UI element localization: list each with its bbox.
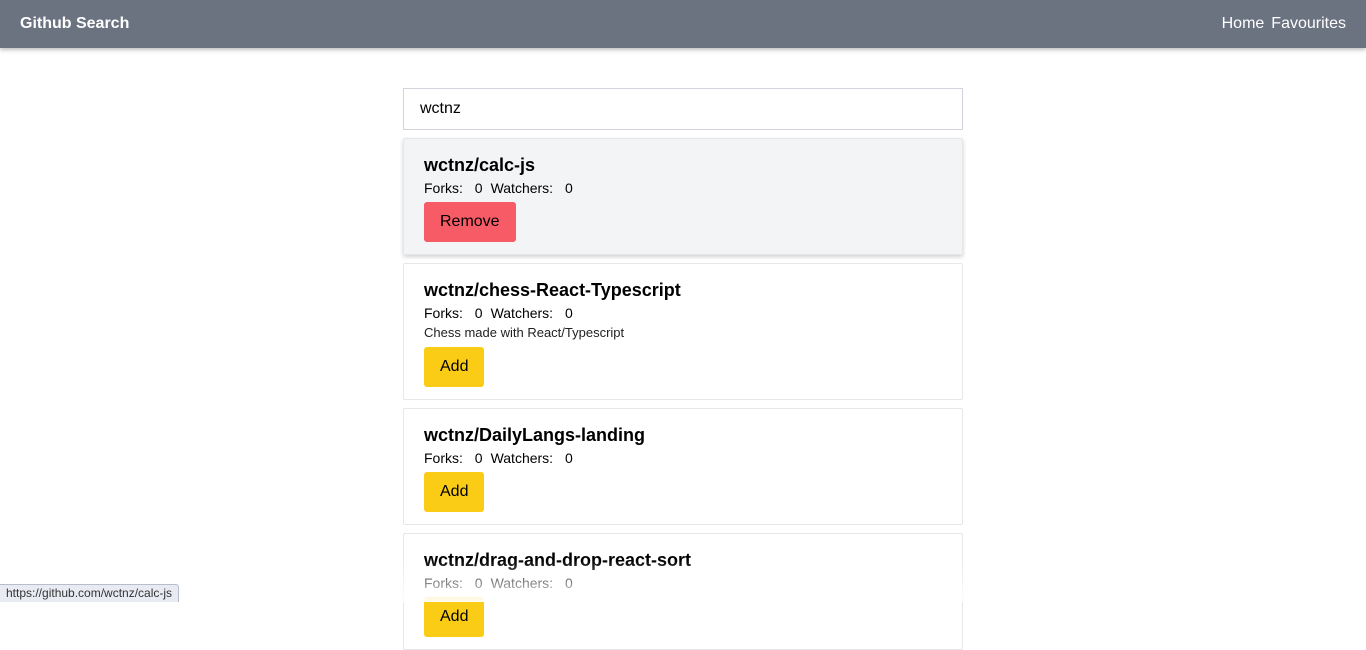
repo-card[interactable]: wctnz/DailyLangs-landing Forks: 0 Watcher… — [403, 408, 963, 525]
link-status-bar: https://github.com/wctnz/calc-js — [0, 584, 180, 602]
watchers-count: 0 — [564, 180, 573, 196]
forks-stat: Forks: 0 — [424, 305, 483, 321]
forks-label: Forks: — [424, 305, 463, 321]
watchers-stat: Watchers: 0 — [491, 450, 573, 466]
forks-count: 0 — [474, 305, 483, 321]
watchers-count: 0 — [564, 575, 573, 591]
forks-label: Forks: — [424, 575, 463, 591]
forks-count: 0 — [474, 575, 483, 591]
watchers-count: 0 — [564, 450, 573, 466]
forks-stat: Forks: 0 — [424, 450, 483, 466]
nav-link-home[interactable]: Home — [1222, 15, 1265, 33]
watchers-label: Watchers: — [490, 305, 554, 321]
repo-stats: Forks: 0 Watchers: 0 — [424, 448, 942, 468]
repo-card[interactable]: wctnz/chess-React-Typescript Forks: 0 Wat… — [403, 263, 963, 400]
watchers-stat: Watchers: 0 — [491, 180, 573, 196]
watchers-stat: Watchers: 0 — [491, 575, 573, 591]
forks-count: 0 — [474, 180, 483, 196]
watchers-label: Watchers: — [490, 575, 554, 591]
add-favourite-button[interactable]: Add — [424, 472, 485, 512]
remove-favourite-button[interactable]: Remove — [424, 202, 516, 242]
watchers-label: Watchers: — [490, 180, 554, 196]
brand-title[interactable]: Github Search — [20, 15, 129, 33]
forks-count: 0 — [474, 450, 483, 466]
repo-card[interactable]: wctnz/calc-js Forks: 0 Watchers: 0 Remove — [403, 138, 963, 255]
watchers-label: Watchers: — [490, 450, 554, 466]
search-input[interactable] — [403, 88, 963, 130]
repo-name[interactable]: wctnz/calc-js — [424, 153, 942, 177]
repo-name[interactable]: wctnz/DailyLangs-landing — [424, 423, 942, 447]
repo-card[interactable]: wctnz/drag-and-drop-react-sort Forks: 0W… — [403, 533, 963, 650]
add-favourite-button[interactable]: Add — [424, 347, 485, 387]
repo-description: Chess made with React/Typescript — [424, 325, 625, 340]
repo-stats: Forks: 0 Watchers: 0 — [424, 303, 942, 323]
forks-label: Forks: — [424, 180, 463, 196]
nav-link-favourites[interactable]: Favourites — [1271, 15, 1346, 33]
watchers-stat: Watchers: 0 — [491, 305, 573, 321]
repo-name[interactable]: wctnz/chess-React-Typescript — [424, 278, 942, 302]
search-results-container: wctnz/calc-js Forks: 0Watchers: 0 Remove… — [403, 88, 963, 650]
repo-stats: Forks: 0 Watchers: 0 — [424, 178, 942, 198]
nav-links: Home Favourites — [1222, 15, 1346, 33]
forks-label: Forks: — [424, 450, 463, 466]
add-favourite-button[interactable]: Add — [424, 597, 485, 637]
forks-stat: Forks: 0 — [424, 180, 483, 196]
watchers-count: 0 — [564, 305, 573, 321]
repo-name[interactable]: wctnz/drag-and-drop-react-sort — [424, 548, 942, 572]
repo-stats: Forks: 0 Watchers: 0 — [424, 573, 942, 593]
forks-stat: Forks: 0 — [424, 575, 483, 591]
top-navbar: Github Search Home Favourites — [0, 0, 1366, 48]
